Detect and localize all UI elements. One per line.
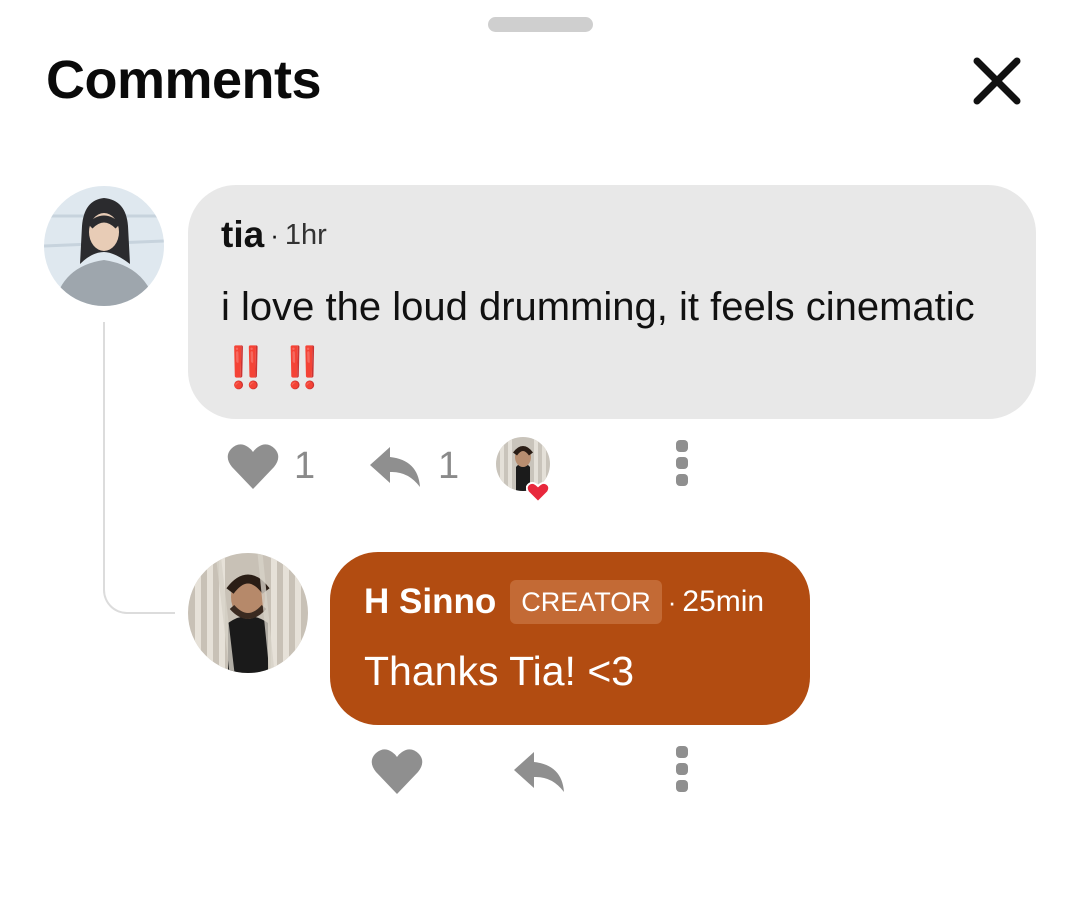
comment-text-content: i love the loud drumming, it feels cinem… [221,285,975,329]
comment-author[interactable]: tia [221,214,264,256]
reply-meta: H Sinno CREATOR · 25min [364,580,764,624]
reply-timestamp: 25min [682,585,765,618]
comment-meta: tia · 1hr [221,214,327,256]
reply-text: Thanks Tia! <3 [364,648,635,694]
creator-reply-bubble[interactable] [330,552,810,725]
avatar-h-sinno[interactable] [188,553,308,673]
reply-icon[interactable] [512,750,568,799]
avatar-tia[interactable] [44,186,164,306]
comment-timestamp: 1hr [284,218,327,251]
drag-handle[interactable] [488,17,593,32]
heart-badge-icon [525,481,551,508]
like-count: 1 [294,445,316,487]
meta-separator: · [270,219,279,250]
more-options-icon[interactable] [676,746,690,797]
creator-badge: CREATOR [510,580,662,624]
double-exclamation-emoji: ‼️ ‼️ [221,346,328,390]
reply-icon[interactable] [368,445,424,494]
more-options-icon[interactable] [676,440,690,491]
meta-separator: · [667,586,677,617]
page-title: Comments [46,50,322,110]
close-icon[interactable] [968,52,1026,110]
heart-icon[interactable] [370,746,424,801]
comment-text: i love the loud drumming, it feels cinem… [221,277,981,399]
creator-liked-avatar [496,437,551,504]
reply-count: 1 [438,445,460,487]
thread-connector [103,322,175,614]
reply-author[interactable]: H Sinno [364,582,496,622]
heart-icon[interactable] [226,441,280,496]
